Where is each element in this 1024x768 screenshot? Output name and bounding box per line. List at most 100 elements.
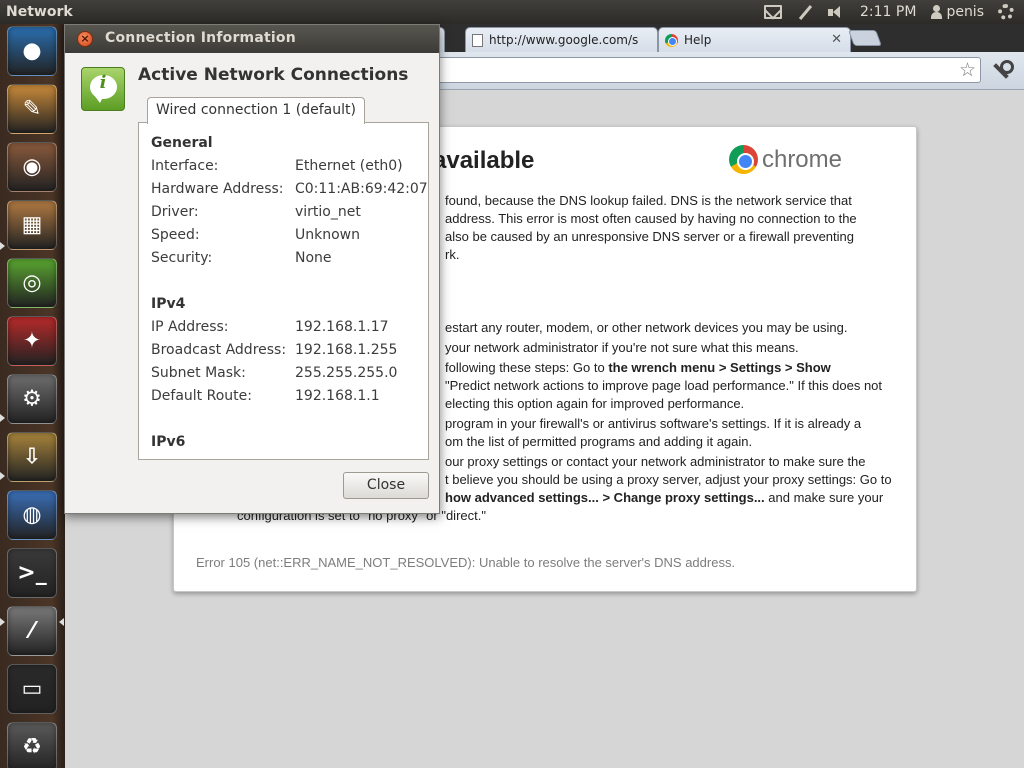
workspace-switcher-icon: ▭	[21, 676, 43, 702]
system-settings-icon: ⚙	[22, 386, 42, 412]
detail-label: IP Address:	[151, 319, 229, 335]
running-indicator-icon	[0, 618, 5, 626]
bookmark-star-icon[interactable]: ☆	[959, 59, 976, 81]
firefox-icon: ◍	[22, 502, 42, 528]
terminal-launcher[interactable]: >_	[7, 548, 57, 598]
mail-icon[interactable]	[764, 5, 783, 19]
detail-value: virtio_net	[295, 204, 361, 220]
dialog-heading: Active Network Connections	[138, 65, 409, 85]
session-gear-icon[interactable]	[998, 4, 1014, 20]
detail-label: Broadcast Address:	[151, 342, 287, 358]
error-text-line: found, because the DNS lookup failed. DN…	[445, 193, 852, 208]
workspace-switcher-launcher[interactable]: ▭	[7, 664, 57, 714]
detail-value: 192.168.1.1	[295, 388, 380, 404]
firefox-launcher[interactable]: ◍	[7, 490, 57, 540]
tab-label: Help	[684, 33, 712, 47]
ubuntu-software-center-launcher[interactable]: ◎	[7, 258, 57, 308]
detail-label: Hardware Address:	[151, 181, 284, 197]
proxy-settings-instruction: how advanced settings... > Change proxy …	[445, 490, 765, 505]
error-text-line: om the list of permitted programs and ad…	[445, 434, 753, 449]
clock[interactable]: 2:11 PM	[860, 4, 916, 20]
running-indicator-icon	[0, 472, 5, 480]
detail-label: Subnet Mask:	[151, 365, 246, 381]
update-manager-launcher[interactable]: ⇩	[7, 432, 57, 482]
system-settings-launcher[interactable]: ⚙	[7, 374, 57, 424]
update-manager-icon: ⇩	[22, 444, 42, 470]
new-tab-button[interactable]	[848, 30, 882, 46]
error-text-line: electing this option again for improved …	[445, 396, 745, 411]
error-text-line: following these steps: Go to the wrench …	[445, 359, 831, 377]
section-heading-ipv6: IPv6	[151, 434, 186, 450]
section-heading-ipv4: IPv4	[151, 296, 186, 312]
chrome-icon	[665, 33, 678, 47]
top-panel: Network 2:11 PM penis	[0, 0, 1024, 24]
dialog-title: Connection Information	[105, 30, 296, 46]
chromium-launcher[interactable]: ●	[7, 26, 57, 76]
error-text-line: t believe you should be using a proxy se…	[445, 472, 892, 487]
user-icon	[930, 5, 943, 19]
error-text-line: estart any router, modem, or other netwo…	[445, 320, 848, 335]
tab-label: http://www.google.com/s	[489, 33, 639, 47]
detail-label: Interface:	[151, 158, 219, 174]
info-icon-glyph: i	[99, 72, 107, 93]
error-text-line: address. This error is most often caused…	[445, 211, 857, 226]
detail-value: Unknown	[295, 227, 360, 243]
trash-icon: ♻	[22, 734, 42, 760]
chrome-logo: chrome	[728, 145, 842, 174]
chrome-icon	[728, 145, 758, 174]
tab-google[interactable]: http://www.google.com/s	[465, 27, 658, 52]
running-indicator-icon	[0, 242, 5, 250]
close-icon[interactable]: ×	[77, 31, 93, 47]
launcher: ● ✎ ◉ ▦ ◎ ✦ ⚙ ⇩ ◍ >_ ⁄ ▭ ♻	[0, 24, 65, 768]
wrench-menu-icon[interactable]	[990, 60, 1014, 80]
tab-close-icon[interactable]: ✕	[831, 32, 842, 47]
indicator-area: 2:11 PM penis	[764, 0, 1024, 24]
error-text: following these steps: Go to	[445, 360, 609, 375]
error-text: and make sure your	[764, 490, 884, 505]
detail-value: Ethernet (eth0)	[295, 158, 403, 174]
detail-value: 255.255.255.0	[295, 365, 398, 381]
tab-help[interactable]: Help ✕	[658, 27, 851, 52]
package-installer-launcher[interactable]: ▦	[7, 200, 57, 250]
detail-value: None	[295, 250, 332, 266]
omnibox[interactable]: ☆	[425, 57, 981, 83]
error-title: available	[433, 147, 535, 174]
detail-label: Default Route:	[151, 388, 252, 404]
network-tools-launcher[interactable]: ⁄	[7, 606, 57, 656]
audio-launcher[interactable]: ◉	[7, 142, 57, 192]
paint-launcher[interactable]: ✎	[7, 84, 57, 134]
tab-wired-connection[interactable]: Wired connection 1 (default)	[147, 97, 365, 124]
detail-value: 192.168.1.17	[295, 319, 389, 335]
error-text-line: "Predict network actions to improve page…	[445, 378, 883, 393]
detail-value: 192.168.1.255	[295, 342, 398, 358]
focused-indicator-icon	[59, 618, 64, 626]
section-heading-general: General	[151, 135, 213, 151]
chrome-logo-text: chrome	[761, 145, 842, 173]
network-icon[interactable]	[796, 5, 814, 19]
error-text-line: also be caused by an unresponsive DNS se…	[445, 229, 854, 244]
terminal-icon: >_	[17, 560, 47, 586]
error-text-line: your network administrator if you're not…	[445, 340, 799, 355]
detail-value: C0:11:AB:69:42:07	[295, 181, 428, 197]
error-text-line: program in your firewall's or antivirus …	[445, 416, 862, 431]
error-text-line: rk.	[445, 247, 460, 262]
volume-icon[interactable]	[828, 5, 846, 19]
error-text-line: how advanced settings... > Change proxy …	[445, 489, 883, 507]
page-icon	[472, 33, 483, 47]
user-menu[interactable]: penis	[930, 4, 984, 20]
package-installer-icon: ▦	[21, 212, 43, 238]
detail-label: Security:	[151, 250, 213, 266]
trash-launcher[interactable]: ♻	[7, 722, 57, 768]
error-text-line: our proxy settings or contact your netwo…	[445, 454, 866, 469]
error-code: Error 105 (net::ERR_NAME_NOT_RESOLVED): …	[196, 555, 736, 570]
wrench-menu-instruction: the wrench menu > Settings > Show	[608, 360, 831, 375]
dialog-titlebar[interactable]: × Connection Information	[65, 25, 439, 53]
running-indicator-icon	[0, 414, 5, 422]
chromium-icon: ●	[22, 38, 42, 64]
active-app-title: Network	[6, 4, 73, 20]
connection-information-dialog: × Connection Information i Active Networ…	[64, 24, 440, 514]
user-name: penis	[946, 4, 984, 20]
connection-details-panel: General Interface: Ethernet (eth0) Hardw…	[138, 122, 429, 460]
magic-wand-launcher[interactable]: ✦	[7, 316, 57, 366]
close-button[interactable]: Close	[343, 472, 429, 499]
